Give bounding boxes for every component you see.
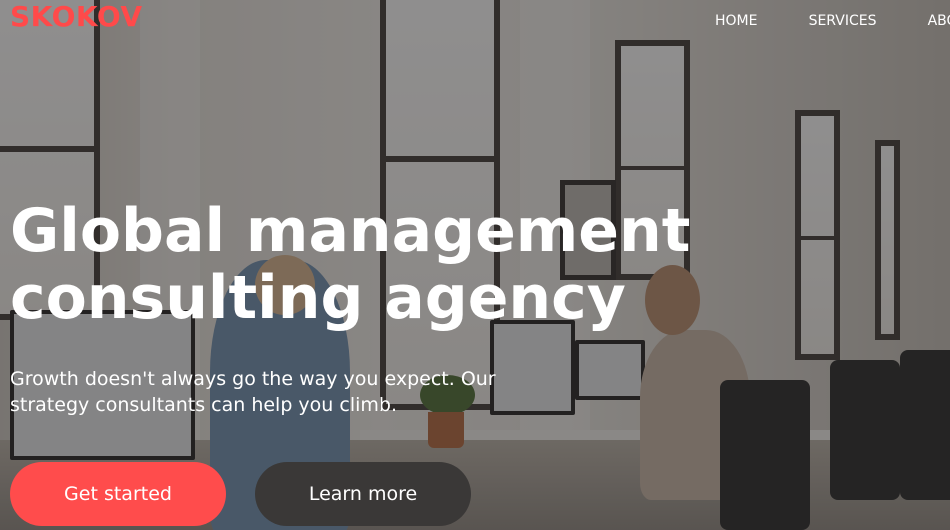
brand-logo[interactable]: SKOKOV <box>10 0 143 33</box>
get-started-button[interactable]: Get started <box>10 462 226 526</box>
hero-subtitle: Growth doesn't always go the way you exp… <box>10 368 496 416</box>
hero-title-line1: Global management <box>10 196 691 266</box>
main-nav: HOME SERVICES ABOUT <box>715 10 950 29</box>
nav-services-link[interactable]: SERVICES <box>809 13 877 29</box>
hero-title: Global management consulting agency <box>10 198 770 332</box>
nav-about-link[interactable]: ABOUT <box>928 13 950 29</box>
nav-home-link[interactable]: HOME <box>715 13 757 29</box>
hero-title-line2: consulting agency <box>10 263 626 333</box>
learn-more-button[interactable]: Learn more <box>255 462 471 526</box>
